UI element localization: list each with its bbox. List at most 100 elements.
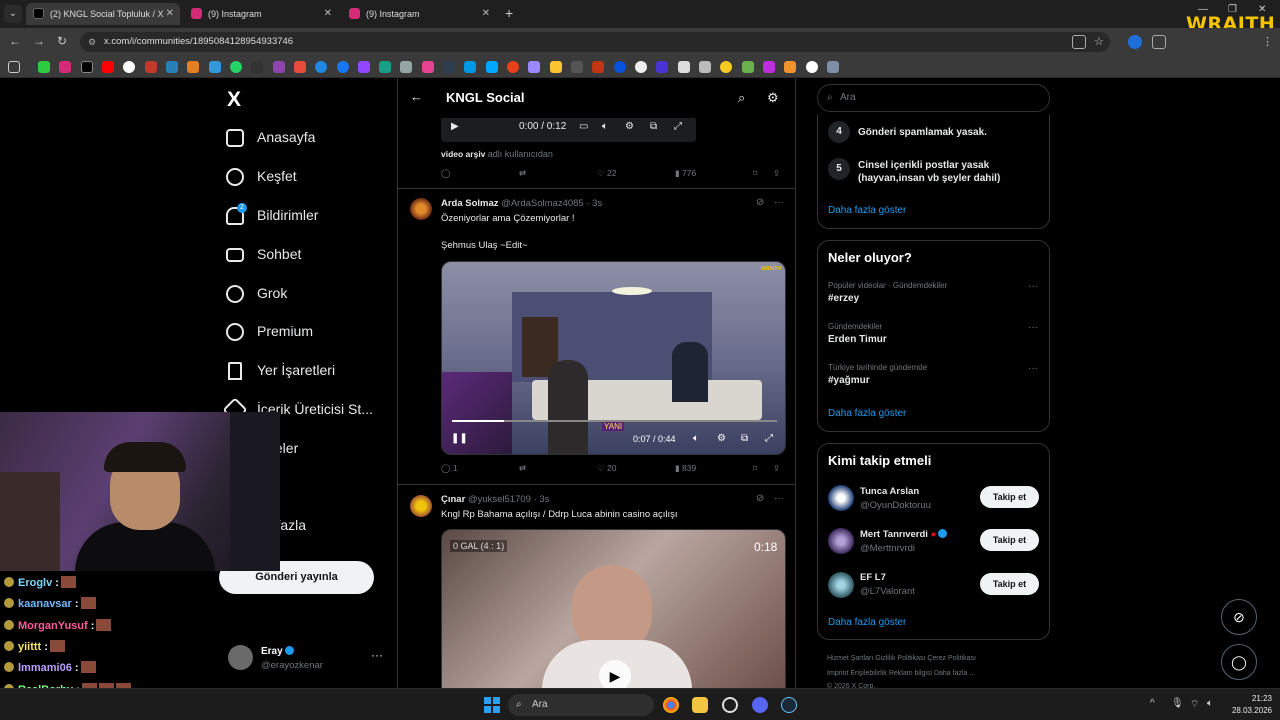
close-tab-icon[interactable]: ✕: [482, 3, 490, 25]
suggested-user-name[interactable]: Mert Tanrıverdi ●: [860, 529, 948, 540]
post-video[interactable]: WRAITH YANI ❚❚ 0:07 / 0:44 🔈︎ ⚙ ⧉ ⤢: [441, 261, 786, 455]
nav-home[interactable]: Anasayfa: [226, 124, 396, 152]
captions-icon[interactable]: ▭: [579, 121, 588, 132]
new-tab-button[interactable]: +: [505, 5, 513, 21]
volume-icon[interactable]: 🔈︎: [693, 433, 699, 444]
avatar[interactable]: [410, 198, 432, 220]
trend-more-icon[interactable]: ···: [1028, 281, 1038, 292]
pause-icon[interactable]: ❚❚: [451, 433, 468, 444]
play-icon[interactable]: ▶: [599, 660, 631, 688]
trend-more-icon[interactable]: ···: [1028, 322, 1038, 333]
bookmark-icon[interactable]: [315, 61, 327, 73]
follow-button[interactable]: Takip et: [980, 573, 1039, 595]
trend-name[interactable]: #erzey: [828, 293, 859, 304]
bookmark-icon[interactable]: [656, 61, 668, 73]
nav-bookmarks[interactable]: Yer İşaretleri: [226, 357, 396, 385]
fullscreen-icon[interactable]: ⤢: [674, 121, 682, 132]
bookmark-icon[interactable]: [102, 61, 114, 73]
follow-button[interactable]: Takip et: [980, 486, 1039, 508]
post-more-icon[interactable]: ···: [774, 197, 784, 208]
nav-chat[interactable]: Sohbet: [226, 241, 396, 269]
trend-more-icon[interactable]: ···: [1028, 363, 1038, 374]
suggested-user-name[interactable]: EF L7: [860, 572, 886, 583]
site-info-icon[interactable]: ⚙: [88, 32, 96, 52]
avatar[interactable]: [828, 572, 854, 598]
caption-user[interactable]: video arşiv: [441, 149, 485, 159]
bookmark-icon[interactable]: [273, 61, 285, 73]
repost-icon[interactable]: ⇄: [519, 168, 526, 179]
bookmark-icon[interactable]: [166, 61, 178, 73]
bookmark-icon[interactable]: [123, 61, 135, 73]
bookmark-icon[interactable]: ⌑: [753, 463, 757, 474]
bookmark-icon[interactable]: [550, 61, 562, 73]
avatar[interactable]: [828, 528, 854, 554]
bookmark-icon[interactable]: [337, 61, 349, 73]
post-author[interactable]: Çınar @yuksel51709 · 3s: [441, 494, 549, 505]
trend-name[interactable]: Erden Timur: [828, 334, 887, 345]
bookmark-icon[interactable]: [614, 61, 626, 73]
taskbar-search[interactable]: ⌕ Ara: [508, 694, 654, 716]
discord-icon[interactable]: [752, 697, 768, 713]
network-icon[interactable]: ⌔: [1190, 698, 1199, 711]
tab-x-community[interactable]: (2) KNGL Social Topluluk / X ✕: [26, 3, 180, 25]
close-tab-icon[interactable]: ✕: [324, 3, 332, 25]
apps-icon[interactable]: [8, 61, 20, 73]
bookmark-icon[interactable]: [294, 61, 306, 73]
avatar[interactable]: [828, 485, 854, 511]
browser-menu-icon[interactable]: ⋮: [1262, 35, 1276, 49]
bookmark-icon[interactable]: [400, 61, 412, 73]
pip-icon[interactable]: ⧉: [741, 433, 748, 444]
bookmark-icon[interactable]: [742, 61, 754, 73]
gear-icon[interactable]: ⚙: [767, 90, 779, 106]
settings-icon[interactable]: ⚙: [625, 121, 634, 132]
bookmark-icon[interactable]: [464, 61, 476, 73]
community-feed[interactable]: ← KNGL Social ⌕ ⚙ ▶ 0:00 / 0:12 ▭ 🔈︎ ⚙ ⧉…: [397, 78, 796, 688]
nav-notifications[interactable]: 2 Bildirimler: [226, 202, 396, 230]
volume-icon[interactable]: 🔈︎: [1207, 698, 1213, 709]
file-explorer-icon[interactable]: [692, 697, 708, 713]
reply-button[interactable]: ◯ 1: [441, 463, 458, 474]
bookmark-icon[interactable]: [678, 61, 690, 73]
bookmark-icon[interactable]: [187, 61, 199, 73]
suggested-user-name[interactable]: Tunca Arslan: [860, 486, 919, 497]
bookmark-icon[interactable]: [209, 61, 221, 73]
show-more-link[interactable]: Daha fazla göster: [828, 617, 906, 628]
bookmark-icon[interactable]: [784, 61, 796, 73]
bookmark-icon[interactable]: [379, 61, 391, 73]
views-count[interactable]: ▮ 839: [675, 463, 696, 474]
grok-fab-icon[interactable]: ⊘: [1221, 599, 1257, 635]
bookmark-icon[interactable]: [592, 61, 604, 73]
bookmark-icon[interactable]: [486, 61, 498, 73]
play-icon[interactable]: ▶: [451, 121, 459, 132]
like-button[interactable]: ♡ 22: [597, 168, 616, 179]
volume-icon[interactable]: 🔈︎: [602, 121, 608, 132]
bookmark-icon[interactable]: ⌑: [753, 168, 757, 179]
grok-icon[interactable]: ⊘: [756, 493, 764, 504]
share-icon[interactable]: ⇪: [773, 168, 780, 179]
forward-icon[interactable]: →: [33, 34, 45, 48]
bookmark-icon[interactable]: [422, 61, 434, 73]
post-video[interactable]: 0 GAL (4 : 1) 0:18 ▶: [441, 529, 786, 688]
repost-icon[interactable]: ⇄: [519, 463, 526, 474]
bookmark-icon[interactable]: [59, 61, 71, 73]
bookmark-icon[interactable]: [358, 61, 370, 73]
footer-links[interactable]: Hizmet Şartları Gizlilik Politikası Çere…: [827, 655, 976, 662]
bookmark-icon[interactable]: [251, 61, 263, 73]
trend-name[interactable]: #yağmur: [828, 375, 870, 386]
windows-start-icon[interactable]: [484, 697, 500, 713]
settings-icon[interactable]: ⚙: [717, 433, 726, 444]
bookmark-icon[interactable]: [763, 61, 775, 73]
bookmark-icon[interactable]: [507, 61, 519, 73]
bookmark-icon[interactable]: [720, 61, 732, 73]
install-app-icon[interactable]: [1072, 35, 1086, 49]
close-tab-icon[interactable]: ✕: [166, 3, 174, 25]
tab-search-icon[interactable]: ⌄: [4, 5, 22, 23]
post-author[interactable]: Arda Solmaz @ArdaSolmaz4085 · 3s: [441, 198, 602, 209]
show-more-link[interactable]: Daha fazla göster: [828, 205, 906, 216]
bookmark-icon[interactable]: [230, 61, 242, 73]
video-progress-bar[interactable]: [452, 420, 777, 422]
search-input[interactable]: ⌕ Ara: [817, 84, 1050, 112]
bookmark-icon[interactable]: [827, 61, 839, 73]
microphone-icon[interactable]: 🎙︎: [1171, 698, 1184, 709]
reload-icon[interactable]: ↻: [57, 34, 67, 48]
